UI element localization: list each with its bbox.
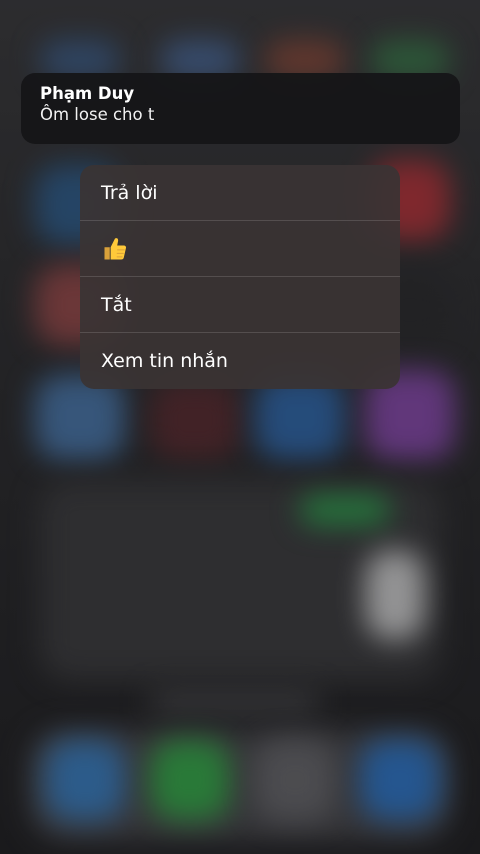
- mute-label: Tắt: [101, 293, 132, 316]
- reply-label: Trả lời: [101, 181, 158, 204]
- notification-banner[interactable]: Phạm Duy Ôm lose cho t: [21, 73, 460, 144]
- thumbs-up-icon: [104, 237, 127, 259]
- thumbs-up-reaction-item[interactable]: [80, 221, 400, 277]
- mute-menu-item[interactable]: Tắt: [80, 277, 400, 333]
- notification-message: Ôm lose cho t: [40, 105, 155, 124]
- notification-sender: Phạm Duy: [40, 84, 135, 103]
- view-message-label: Xem tin nhắn: [101, 350, 228, 372]
- view-message-menu-item[interactable]: Xem tin nhắn: [80, 333, 400, 389]
- reply-menu-item[interactable]: Trả lời: [80, 165, 400, 221]
- notification-context-menu: Trả lời Tắt Xem tin nhắn: [80, 165, 400, 389]
